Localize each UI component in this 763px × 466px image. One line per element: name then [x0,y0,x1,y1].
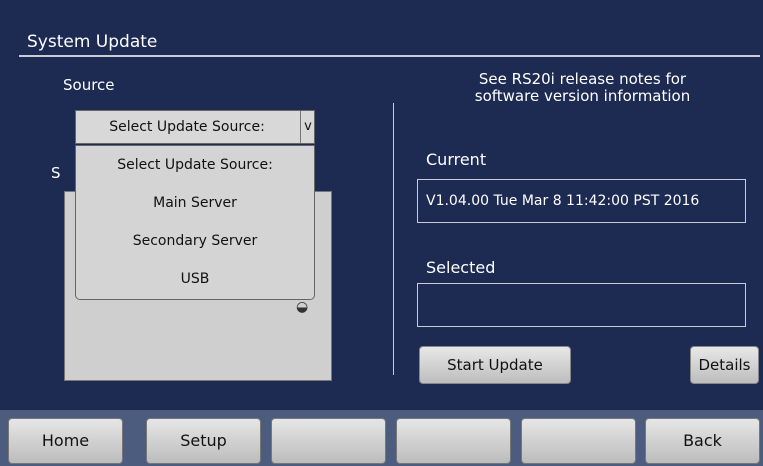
title-divider [19,55,760,57]
setup-button[interactable]: Setup [146,418,261,464]
release-notes-text: See RS20i release notes for software ver… [410,71,755,105]
vertical-divider [393,103,394,375]
update-source-select[interactable]: Select Update Source: v [75,110,315,144]
release-notes-line-2: software version information [474,87,691,105]
release-notes-line-1: See RS20i release notes for [478,70,687,88]
details-button[interactable]: Details [690,346,759,384]
dropdown-option-main-server[interactable]: Main Server [76,188,314,218]
page-title: System Update [27,32,158,52]
home-button[interactable]: Home [8,418,123,464]
selected-version-field [417,283,746,327]
update-source-dropdown: Select Update Source: Main Server Second… [75,145,315,300]
selected-label: Selected [426,258,496,277]
source-label: Source [63,76,115,94]
panel-resize-icon: ◒ [296,299,309,315]
dropdown-option-select[interactable]: Select Update Source: [76,150,314,180]
current-version-field: V1.04.00 Tue Mar 8 11:42:00 PST 2016 [417,179,746,223]
nav-button-blank-3[interactable] [521,418,636,464]
nav-button-blank-1[interactable] [271,418,386,464]
bottom-nav-bar: Home Setup Back [0,410,763,466]
back-button[interactable]: Back [645,418,760,464]
dropdown-option-usb[interactable]: USB [76,264,314,294]
update-source-select-value: Select Update Source: [109,119,265,135]
status-label-partial: S [51,164,61,182]
dropdown-option-secondary-server[interactable]: Secondary Server [76,226,314,256]
current-version-value: V1.04.00 Tue Mar 8 11:42:00 PST 2016 [426,193,700,209]
chevron-down-icon[interactable]: v [300,111,315,143]
nav-button-blank-2[interactable] [396,418,511,464]
current-label: Current [426,150,487,169]
start-update-button[interactable]: Start Update [419,346,571,384]
